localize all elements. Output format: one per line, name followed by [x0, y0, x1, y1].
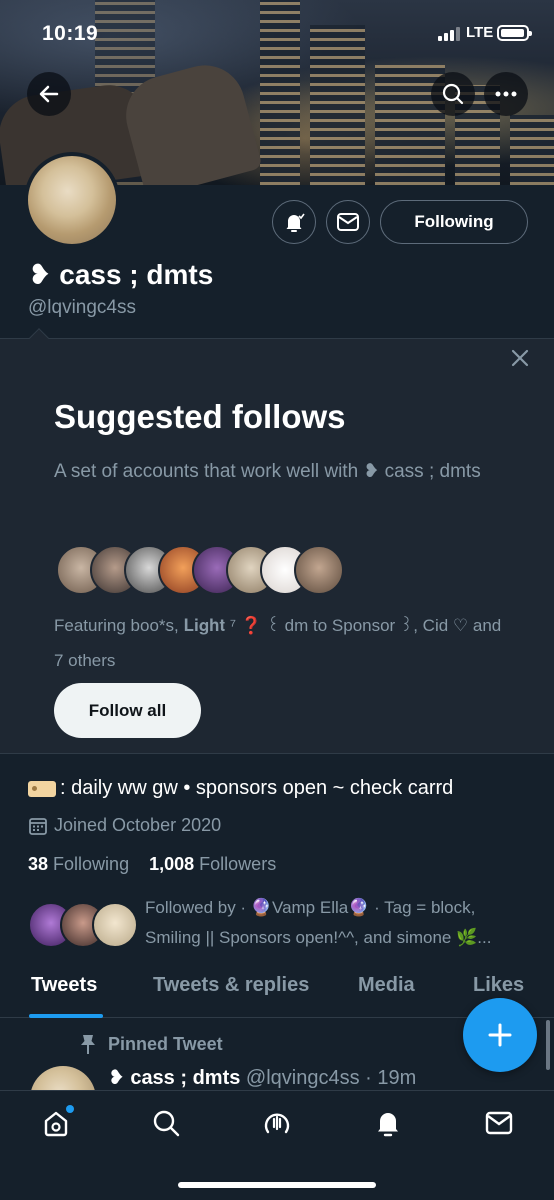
joined-date: Joined October 2020 [28, 815, 221, 836]
suggested-featuring: Featuring boo*s, 𝐋𝐢𝐠𝐡𝐭 ⁷ ❓ ꒰ dm to Spons… [54, 616, 502, 670]
close-suggestions-button[interactable] [506, 344, 534, 372]
bio-text: : daily ww gw • sponsors open ~ check ca… [60, 777, 454, 799]
bell-icon [286, 213, 305, 232]
followers-count-link[interactable]: 1,008 Followers [149, 854, 276, 874]
nav-spaces[interactable] [259, 1105, 295, 1141]
pinned-label: Pinned Tweet [78, 1033, 223, 1055]
more-icon [495, 91, 517, 97]
notify-button[interactable] [272, 200, 316, 244]
home-icon [44, 1111, 68, 1137]
tab-tweets[interactable]: Tweets [31, 974, 97, 997]
back-arrow-icon [39, 85, 59, 103]
follower-avatar[interactable] [92, 902, 138, 948]
search-icon [442, 83, 464, 105]
pinned-tweet[interactable]: ❥ cass ; dmts @lqvingc4ss · 19m [30, 1062, 550, 1092]
following-count-link[interactable]: 38 Following [28, 854, 129, 874]
notifications-icon [378, 1113, 398, 1137]
pin-icon [81, 1035, 95, 1054]
mail-icon [337, 213, 359, 231]
message-button[interactable] [326, 200, 370, 244]
active-tab-indicator [29, 1014, 103, 1018]
messages-icon [485, 1111, 513, 1135]
followed-by-text[interactable]: Followed by · 🔮Vamp Ella🔮 · Tag = block,… [145, 893, 535, 953]
spaces-icon [264, 1113, 290, 1134]
nav-notifications[interactable] [370, 1105, 406, 1141]
scrollbar[interactable] [546, 1020, 550, 1070]
display-name: ❥ cass ; dmts [28, 259, 214, 290]
new-content-dot [66, 1105, 74, 1113]
close-icon [511, 349, 529, 367]
follow-counts: 38 Following 1,008 Followers [28, 854, 276, 875]
search-icon [153, 1110, 180, 1137]
tab-media[interactable]: Media [358, 974, 415, 997]
signal-icon [438, 27, 460, 41]
network-label: LTE [466, 24, 494, 41]
compose-tweet-button[interactable] [463, 998, 537, 1072]
search-button[interactable] [431, 72, 475, 116]
tweet-avatar[interactable] [30, 1066, 96, 1092]
suggested-description: A set of accounts that work well with ❥ … [54, 461, 481, 482]
following-button[interactable]: Following [380, 200, 528, 244]
compose-plus-icon [488, 1023, 512, 1047]
battery-icon [497, 25, 532, 41]
calendar-icon [29, 817, 47, 835]
back-button[interactable] [27, 72, 71, 116]
suggested-title: Suggested follows [54, 398, 346, 435]
tweet-author: ❥ cass ; dmts @lqvingc4ss · 19m [108, 1067, 417, 1089]
nav-home[interactable] [38, 1105, 74, 1141]
label-tag-icon [28, 780, 56, 797]
tab-likes[interactable]: Likes [473, 974, 524, 997]
profile-bio: : daily ww gw • sponsors open ~ check ca… [28, 777, 453, 800]
tab-tweets-replies[interactable]: Tweets & replies [153, 974, 309, 997]
status-time: 10:19 [42, 22, 99, 45]
profile-handle: @lqvingc4ss [28, 297, 136, 318]
nav-search[interactable] [148, 1105, 184, 1141]
nav-messages[interactable] [481, 1105, 517, 1141]
follow-all-button[interactable]: Follow all [54, 683, 201, 738]
status-bar: 10:19 LTE [0, 0, 554, 62]
home-indicator[interactable] [178, 1182, 376, 1188]
more-button[interactable] [484, 72, 528, 116]
suggested-avatar[interactable] [294, 545, 344, 595]
joined-text: Joined October 2020 [54, 815, 222, 835]
